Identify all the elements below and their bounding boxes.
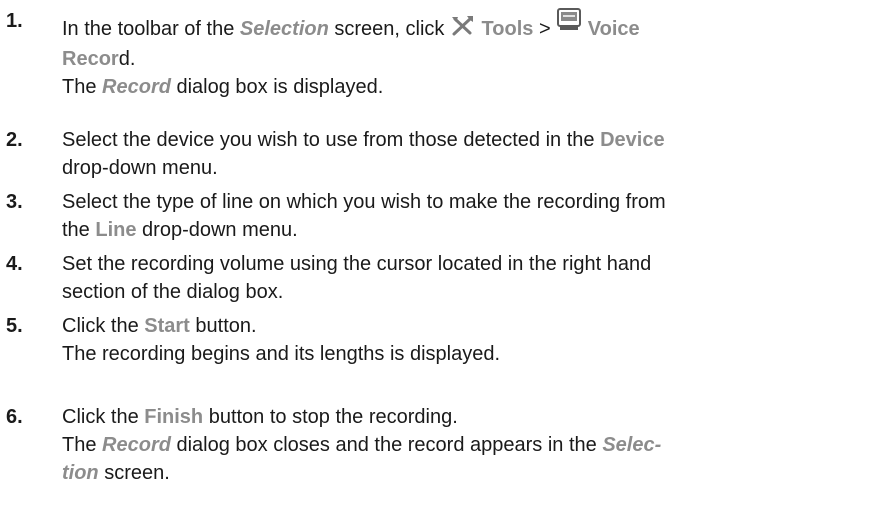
step-text: In the toolbar of the Selection screen, … <box>62 7 862 101</box>
text-run: Click the <box>62 406 145 428</box>
text-run: Click the <box>62 315 145 337</box>
text-run: In the toolbar of the <box>62 18 240 40</box>
dialog-name: Record <box>102 76 171 98</box>
step-instruction-cont: Record. <box>62 45 862 73</box>
text-run: > <box>533 18 557 40</box>
menu-item-voice-record: Voice <box>587 18 640 40</box>
line: section of the dialog box. <box>62 278 862 306</box>
line: tion screen. <box>62 459 862 487</box>
text-run: Set the recording volume using the curso… <box>62 253 652 275</box>
button-start: Start <box>144 315 190 337</box>
screen-name: Selec- <box>602 434 662 456</box>
text-run: Select the device you wish to use from t… <box>62 129 601 151</box>
step-result: The Record dialog box closes and the rec… <box>62 431 862 459</box>
line: Click the Start button. <box>62 312 862 340</box>
line: Set the recording volume using the curso… <box>62 250 862 278</box>
voice-record-icon <box>556 7 582 45</box>
step-result: The Record dialog box is displayed. <box>62 73 862 101</box>
step-text: Select the type of line on which you wis… <box>62 188 862 244</box>
step-text: Click the Start button. The recording be… <box>62 312 862 368</box>
field-device: Device <box>600 129 665 151</box>
line: Select the device you wish to use from t… <box>62 126 862 154</box>
step-number: 2. <box>6 129 23 151</box>
step-number: 4. <box>6 253 23 275</box>
line: Click the Finish button to stop the reco… <box>62 403 862 431</box>
text-run: section of the dialog box. <box>62 281 284 303</box>
line: Select the type of line on which you wis… <box>62 188 862 216</box>
step-instruction: In the toolbar of the Selection screen, … <box>62 7 862 45</box>
step-result: The recording begins and its lengths is … <box>62 340 862 368</box>
text-run: drop-down menu. <box>62 157 218 179</box>
text-run: dialog box is displayed. <box>170 76 384 98</box>
line: drop-down menu. <box>62 154 862 182</box>
button-finish: Finish <box>144 406 204 428</box>
step-number: 3. <box>6 191 23 213</box>
text-run: screen. <box>98 462 170 484</box>
menu-item-tools: Tools <box>481 18 534 40</box>
text-run: The recording begins and its lengths is … <box>62 343 501 365</box>
text-run: button to stop the recording. <box>203 406 458 428</box>
text-run: drop-down menu. <box>136 219 298 241</box>
text-run: dialog box closes and the record appears… <box>170 434 603 456</box>
text-run: Select the type of line on which you wis… <box>62 191 666 213</box>
step-number: 1. <box>6 10 23 32</box>
step-text: Set the recording volume using the curso… <box>62 250 862 306</box>
text-run: button. <box>189 315 257 337</box>
line: the Line drop-down menu. <box>62 216 862 244</box>
dialog-name: Record <box>102 434 171 456</box>
text-run: The <box>62 434 103 456</box>
text-run: d. <box>118 48 136 70</box>
screen-name: Selection <box>239 18 329 40</box>
field-line: Line <box>95 219 137 241</box>
tools-icon <box>450 15 476 45</box>
menu-item-voice-record: Recor <box>62 48 119 70</box>
step-number: 6. <box>6 406 23 428</box>
text-run: the <box>62 219 96 241</box>
step-number: 5. <box>6 315 23 337</box>
step-text: Select the device you wish to use from t… <box>62 126 862 182</box>
text-run: The <box>62 76 103 98</box>
step-text: Click the Finish button to stop the reco… <box>62 403 862 487</box>
text-run: screen, click <box>328 18 450 40</box>
screen-name: tion <box>62 462 99 484</box>
